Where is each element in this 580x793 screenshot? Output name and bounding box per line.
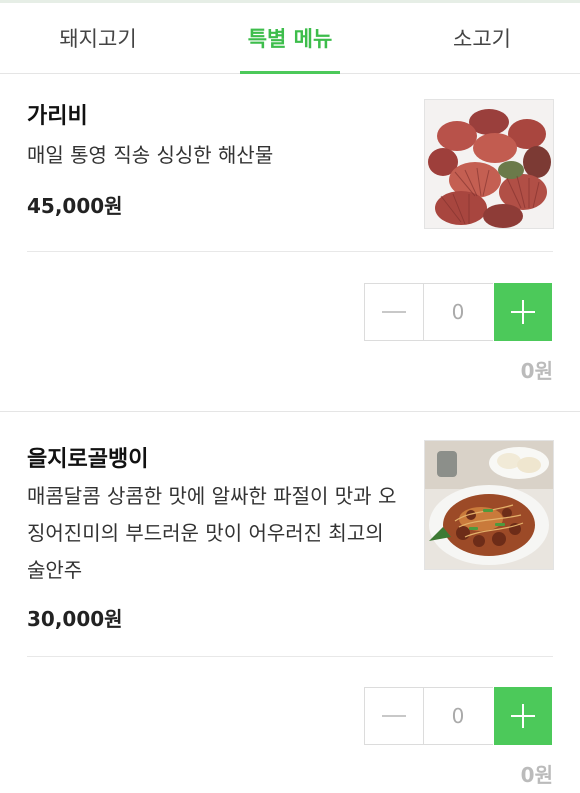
line-total: 0원 xyxy=(520,359,553,383)
quantity-value: 0 xyxy=(423,687,493,745)
tab-beef[interactable]: 소고기 xyxy=(384,5,580,73)
category-tabs: 돼지고기 특별 메뉴 소고기 xyxy=(0,5,580,74)
increase-button[interactable] xyxy=(494,283,552,341)
quantity-stepper: 0 xyxy=(364,283,552,341)
item-name: 을지로골뱅이 xyxy=(27,447,149,472)
item-divider xyxy=(27,656,553,657)
active-tab-indicator xyxy=(240,71,340,74)
top-divider xyxy=(0,0,580,3)
quantity-value: 0 xyxy=(423,283,493,341)
tab-special-menu[interactable]: 특별 메뉴 xyxy=(196,5,384,73)
quantity-stepper: 0 xyxy=(364,687,552,745)
section-divider xyxy=(0,411,580,412)
item-price: 45,000원 xyxy=(27,194,123,218)
line-total: 0원 xyxy=(520,763,553,787)
minus-icon xyxy=(382,311,406,313)
decrease-button[interactable] xyxy=(364,687,424,745)
tab-pork[interactable]: 돼지고기 xyxy=(0,5,196,73)
item-description: 매일 통영 직송 싱싱한 해산물 xyxy=(27,143,274,167)
decrease-button[interactable] xyxy=(364,283,424,341)
minus-icon xyxy=(382,715,406,717)
item-price: 30,000원 xyxy=(27,607,123,631)
item-name: 가리비 xyxy=(27,104,88,129)
item-divider xyxy=(27,251,553,252)
golbaengi-dish-photo xyxy=(424,440,554,570)
increase-button[interactable] xyxy=(494,687,552,745)
item-description: 매콤달콤 상콤한 맛에 알싸한 파절이 맛과 오징어진미의 부드러운 맛이 어우… xyxy=(27,484,397,582)
scallops-photo xyxy=(424,99,554,229)
